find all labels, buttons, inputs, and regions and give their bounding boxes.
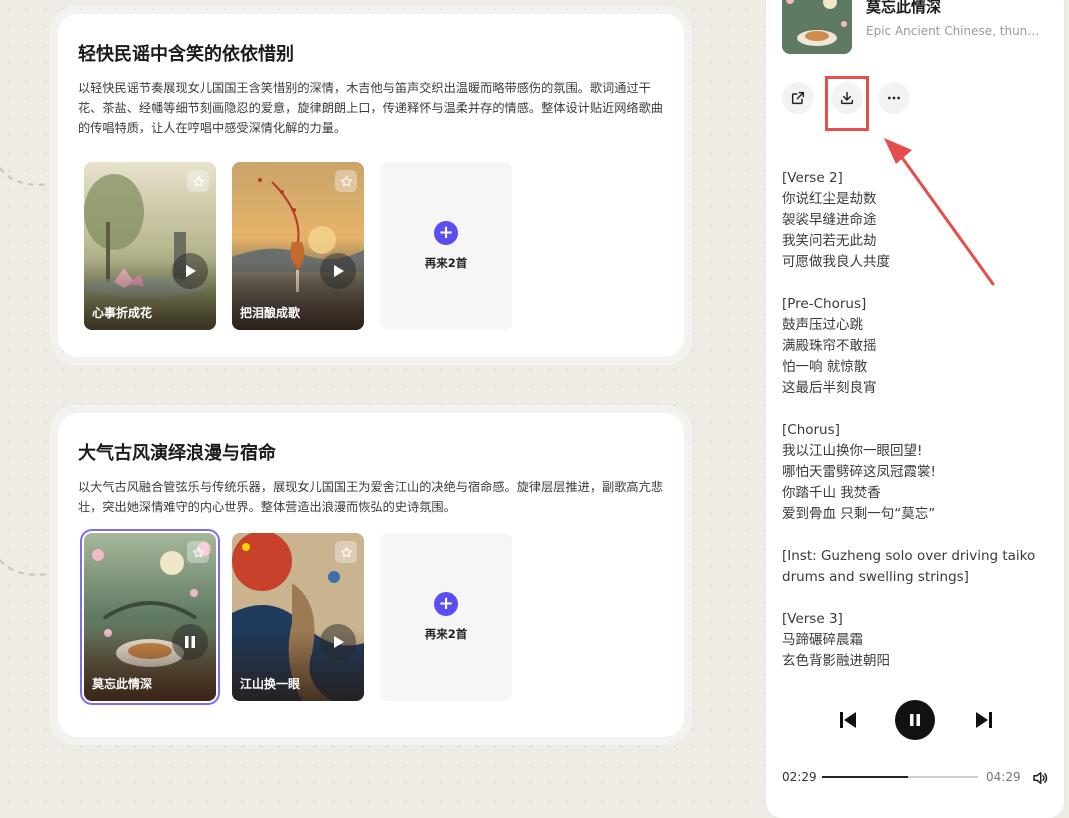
now-playing-panel: 莫忘此情深 Epic Ancient Chinese, thunderous d… bbox=[766, 0, 1064, 818]
song-group-card-1: 轻快民谣中含笑的依依惜别 以轻快民谣节奏展现女儿国国王含笑惜别的深情，木吉他与笛… bbox=[50, 6, 692, 365]
lyric-line: 怕一响 就惊散 bbox=[782, 359, 868, 375]
generate-more-button[interactable]: + 再来2首 bbox=[380, 162, 512, 330]
pause-icon[interactable] bbox=[172, 624, 208, 660]
total-time: 04:29 bbox=[986, 770, 1021, 784]
lyric-line: 鼓声压过心跳 bbox=[782, 317, 863, 333]
lyric-line: 哪怕天雷劈碎这凤冠霞裳! bbox=[782, 464, 936, 480]
more-label: 再来2首 bbox=[424, 627, 468, 641]
song-group-card-inner: 轻快民谣中含笑的依依惜别 以轻快民谣节奏展现女儿国国王含笑惜别的深情，木吉他与笛… bbox=[58, 14, 684, 357]
song-title: 江山换一眼 bbox=[240, 677, 301, 691]
lyric-line: [Pre-Chorus] bbox=[782, 296, 867, 312]
lyric-line: 满殿珠帘不敢摇 bbox=[782, 338, 877, 354]
lyric-line: [Verse 3] bbox=[782, 611, 843, 627]
song-tile[interactable]: 心事折成花 bbox=[84, 162, 216, 330]
share-icon[interactable] bbox=[782, 82, 814, 114]
lyric-line: 你踏千山 我焚香 bbox=[782, 485, 881, 501]
volume-icon[interactable] bbox=[1030, 768, 1050, 788]
lyric-line: [Inst: Guzheng solo over driving taiko d… bbox=[782, 548, 1040, 585]
progress-fill bbox=[822, 776, 908, 778]
lyric-line: [Verse 2] bbox=[782, 170, 843, 186]
star-icon[interactable] bbox=[335, 170, 357, 192]
song-title: 把泪酿成歌 bbox=[240, 306, 301, 320]
current-time: 02:29 bbox=[782, 770, 817, 784]
song-tiles: 心事折成花 把泪酿成歌 + 再来2首 bbox=[84, 162, 512, 330]
lyrics-gap bbox=[782, 399, 1052, 420]
skip-forward-icon[interactable] bbox=[972, 708, 996, 732]
song-tiles: 莫忘此情深 江山换一眼 + 再来2首 bbox=[84, 533, 512, 701]
play-icon[interactable] bbox=[320, 253, 356, 289]
lyrics-panel: [Verse 2] 你说红尘是劫数 袈裟早缝进命途 我笑问若无此劫 可愿做我良人共度 [P… bbox=[782, 168, 1052, 672]
progress-slider[interactable] bbox=[822, 776, 978, 778]
card-description: 以大气古风融合管弦乐与传统乐器，展现女儿国国王为爱舍江山的决绝与宿命感。旋律层层… bbox=[78, 480, 663, 514]
lyric-line: 这最后半刻良宵 bbox=[782, 380, 877, 396]
skip-back-icon[interactable] bbox=[836, 708, 860, 732]
lyric-line: 我笑问若无此劫 bbox=[782, 233, 877, 249]
star-icon[interactable] bbox=[187, 541, 209, 563]
song-group-card-2: 大气古风演绎浪漫与宿命 以大气古风融合管弦乐与传统乐器，展现女儿国国王为爱舍江山… bbox=[50, 405, 692, 745]
play-icon[interactable] bbox=[172, 253, 208, 289]
now-playing-title: 莫忘此情深 bbox=[866, 0, 942, 16]
star-icon[interactable] bbox=[335, 541, 357, 563]
lyric-line: 袈裟早缝进命途 bbox=[782, 212, 877, 228]
lyric-line: 你说红尘是劫数 bbox=[782, 191, 877, 207]
annotation-highlight-box bbox=[825, 76, 869, 131]
generate-more-button[interactable]: + 再来2首 bbox=[380, 533, 512, 701]
play-icon[interactable] bbox=[320, 624, 356, 660]
lyric-line: 玄色背影融进朝阳 bbox=[782, 653, 890, 669]
card-description: 以轻快民谣节奏展现女儿国国王含笑惜别的深情，木吉他与笛声交织出温暖而略带感伤的氛… bbox=[78, 81, 663, 135]
lyrics-gap bbox=[782, 273, 1052, 294]
song-tile-selected[interactable]: 莫忘此情深 bbox=[84, 533, 216, 701]
song-tile[interactable]: 江山换一眼 bbox=[232, 533, 364, 701]
lyric-line: [Chorus] bbox=[782, 422, 840, 438]
card-title: 轻快民谣中含笑的依依惜别 bbox=[78, 44, 294, 65]
more-label: 再来2首 bbox=[424, 256, 468, 270]
card-title: 大气古风演绎浪漫与宿命 bbox=[78, 443, 276, 464]
pause-icon[interactable] bbox=[895, 700, 935, 740]
plus-icon: + bbox=[434, 592, 458, 616]
song-title: 莫忘此情深 bbox=[92, 677, 153, 691]
plus-icon: + bbox=[434, 221, 458, 245]
now-playing-cover bbox=[782, 0, 852, 54]
song-group-card-inner: 大气古风演绎浪漫与宿命 以大气古风融合管弦乐与传统乐器，展现女儿国国王为爱舍江山… bbox=[58, 413, 684, 737]
lyrics-gap bbox=[782, 525, 1052, 546]
lyric-line: 爱到骨血 只剩一句“莫忘” bbox=[782, 506, 936, 522]
lyric-line: 马蹄碾碎晨霜 bbox=[782, 632, 863, 648]
lyric-line: 我以江山换你一眼回望! bbox=[782, 443, 923, 459]
lyrics-gap bbox=[782, 588, 1052, 609]
song-title: 心事折成花 bbox=[92, 306, 153, 320]
more-icon[interactable] bbox=[878, 82, 910, 114]
song-tile[interactable]: 把泪酿成歌 bbox=[232, 162, 364, 330]
lyric-line: 可愿做我良人共度 bbox=[782, 254, 890, 270]
now-playing-subtitle: Epic Ancient Chinese, thunderous drums, … bbox=[866, 24, 1046, 38]
star-icon[interactable] bbox=[187, 170, 209, 192]
